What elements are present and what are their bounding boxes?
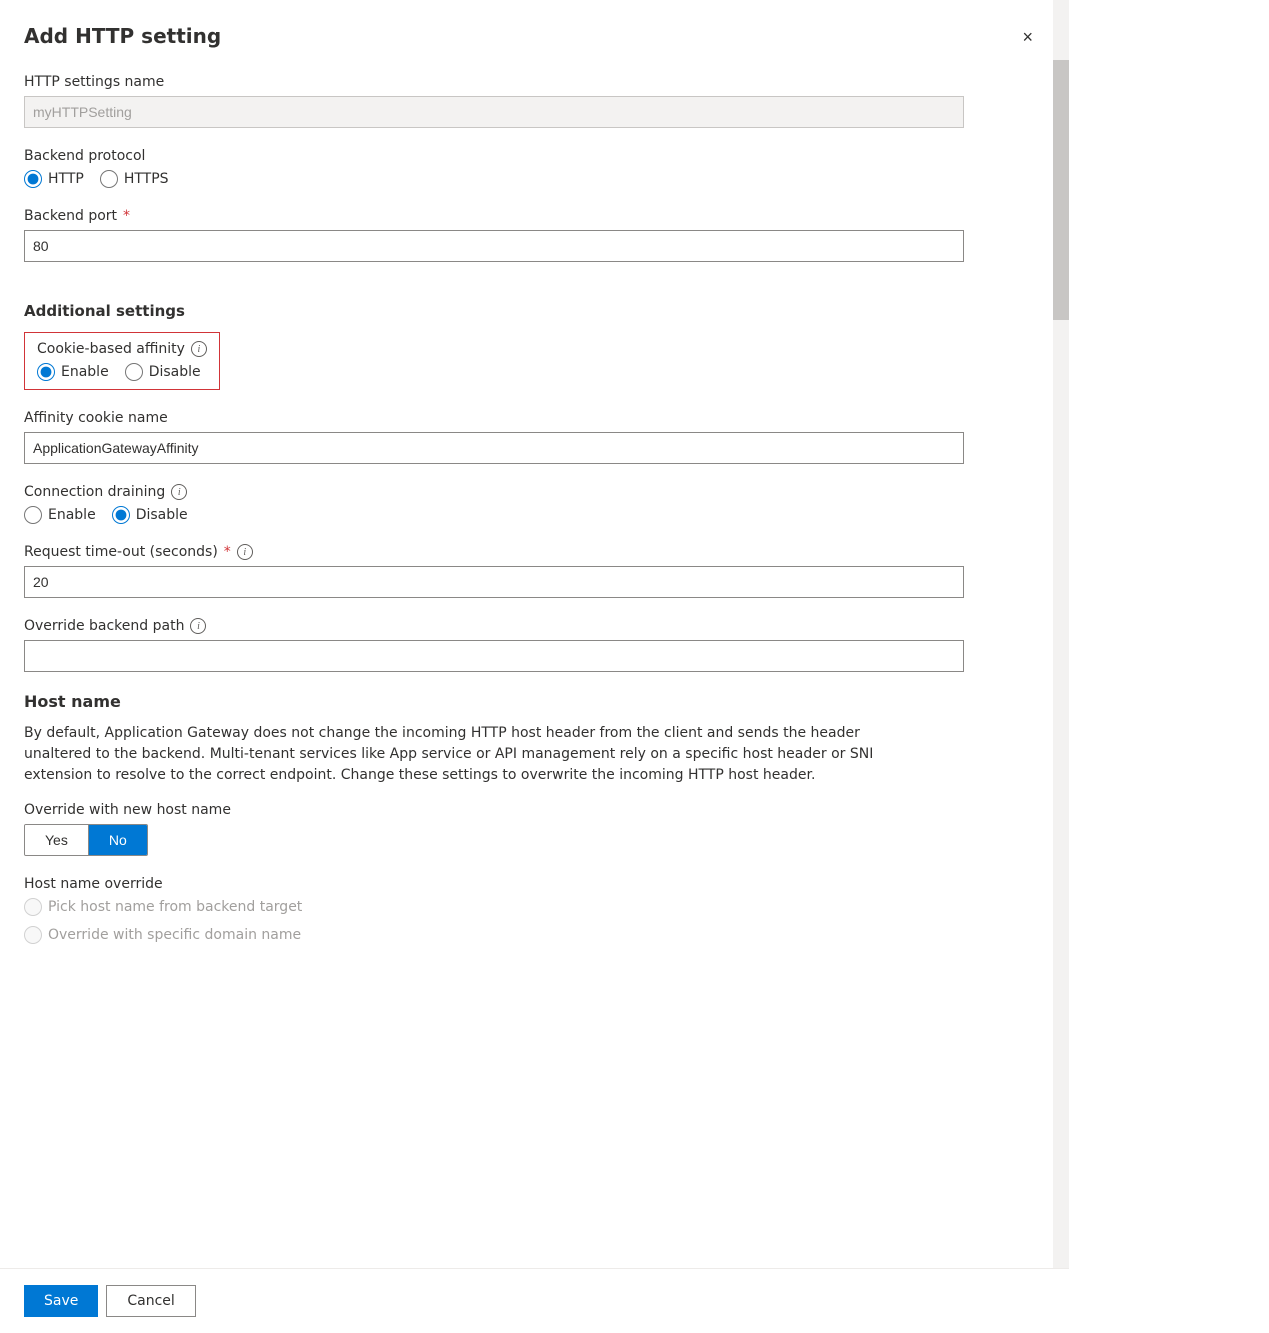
cookie-affinity-radio-group: Enable Disable	[37, 363, 207, 381]
additional-settings-title: Additional settings	[24, 302, 1037, 320]
cookie-affinity-label-row: Cookie-based affinity i	[37, 341, 207, 357]
override-backend-path-label: Override backend path i	[24, 618, 1037, 634]
backend-protocol-group: Backend protocol HTTP HTTPS	[24, 148, 1037, 188]
cookie-affinity-enable-option[interactable]: Enable	[37, 363, 109, 381]
toggle-yes-button[interactable]: Yes	[25, 824, 89, 856]
close-button[interactable]: ×	[1018, 24, 1037, 50]
request-timeout-info-icon[interactable]: i	[237, 544, 253, 560]
backend-protocol-http-label: HTTP	[48, 171, 84, 187]
footer: Save Cancel	[0, 1268, 1069, 1333]
connection-draining-enable-option[interactable]: Enable	[24, 506, 96, 524]
request-timeout-group: Request time-out (seconds) * i	[24, 544, 1037, 598]
host-name-section-title: Host name	[24, 692, 1037, 711]
toggle-no-button[interactable]: No	[89, 824, 147, 856]
host-name-section: Host name By default, Application Gatewa…	[24, 692, 1037, 944]
connection-draining-info-icon[interactable]: i	[171, 484, 187, 500]
connection-draining-disable-option[interactable]: Disable	[112, 506, 188, 524]
scrollbar[interactable]	[1053, 0, 1069, 1333]
host-name-override-label: Host name override	[24, 876, 1037, 892]
cookie-affinity-box: Cookie-based affinity i Enable Disable	[24, 332, 220, 390]
connection-draining-disable-label: Disable	[136, 507, 188, 523]
request-timeout-required: *	[224, 544, 231, 560]
affinity-cookie-name-input[interactable]	[24, 432, 964, 464]
host-name-description: By default, Application Gateway does not…	[24, 723, 924, 786]
request-timeout-label: Request time-out (seconds) * i	[24, 544, 1037, 560]
override-new-host-name-label: Override with new host name	[24, 802, 1037, 818]
pick-host-name-label: Pick host name from backend target	[48, 899, 302, 915]
http-settings-name-label: HTTP settings name	[24, 74, 1037, 90]
override-specific-domain-label: Override with specific domain name	[48, 927, 301, 943]
connection-draining-label: Connection draining i	[24, 484, 1037, 500]
backend-protocol-http-option[interactable]: HTTP	[24, 170, 84, 188]
backend-port-group: Backend port *	[24, 208, 1037, 262]
backend-protocol-label: Backend protocol	[24, 148, 1037, 164]
backend-protocol-radio-group: HTTP HTTPS	[24, 170, 1037, 188]
save-button[interactable]: Save	[24, 1285, 98, 1317]
cookie-affinity-label: Cookie-based affinity	[37, 341, 185, 357]
host-name-override-group: Host name override Pick host name from b…	[24, 876, 1037, 944]
cookie-affinity-info-icon[interactable]: i	[191, 341, 207, 357]
override-new-host-name-toggle[interactable]: Yes No	[24, 824, 148, 856]
override-backend-path-group: Override backend path i	[24, 618, 1037, 672]
add-http-setting-dialog: Add HTTP setting × HTTP settings name Ba…	[0, 0, 1069, 1333]
dialog-title: Add HTTP setting	[24, 24, 221, 48]
connection-draining-enable-label: Enable	[48, 507, 96, 523]
override-new-host-name-group: Override with new host name Yes No	[24, 802, 1037, 856]
dialog-header: Add HTTP setting ×	[24, 24, 1037, 50]
http-settings-name-input[interactable]	[24, 96, 964, 128]
cookie-affinity-enable-label: Enable	[61, 364, 109, 380]
backend-port-required: *	[123, 208, 130, 224]
backend-port-label: Backend port *	[24, 208, 1037, 224]
cancel-button[interactable]: Cancel	[106, 1285, 195, 1317]
http-settings-name-group: HTTP settings name	[24, 74, 1037, 128]
cookie-affinity-disable-label: Disable	[149, 364, 201, 380]
backend-protocol-https-option[interactable]: HTTPS	[100, 170, 169, 188]
override-backend-path-input[interactable]	[24, 640, 964, 672]
pick-host-name-option[interactable]: Pick host name from backend target	[24, 898, 302, 916]
affinity-cookie-name-label: Affinity cookie name	[24, 410, 1037, 426]
connection-draining-radio-group: Enable Disable	[24, 506, 1037, 524]
cookie-affinity-group: Cookie-based affinity i Enable Disable	[24, 332, 1037, 390]
affinity-cookie-name-group: Affinity cookie name	[24, 410, 1037, 464]
override-specific-domain-option[interactable]: Override with specific domain name	[24, 926, 301, 944]
request-timeout-input[interactable]	[24, 566, 964, 598]
override-backend-path-info-icon[interactable]: i	[190, 618, 206, 634]
host-name-override-radio-group: Pick host name from backend target Overr…	[24, 898, 1037, 944]
cookie-affinity-disable-option[interactable]: Disable	[125, 363, 201, 381]
scrollbar-thumb[interactable]	[1053, 60, 1069, 320]
backend-port-input[interactable]	[24, 230, 964, 262]
backend-protocol-https-label: HTTPS	[124, 171, 169, 187]
connection-draining-group: Connection draining i Enable Disable	[24, 484, 1037, 524]
